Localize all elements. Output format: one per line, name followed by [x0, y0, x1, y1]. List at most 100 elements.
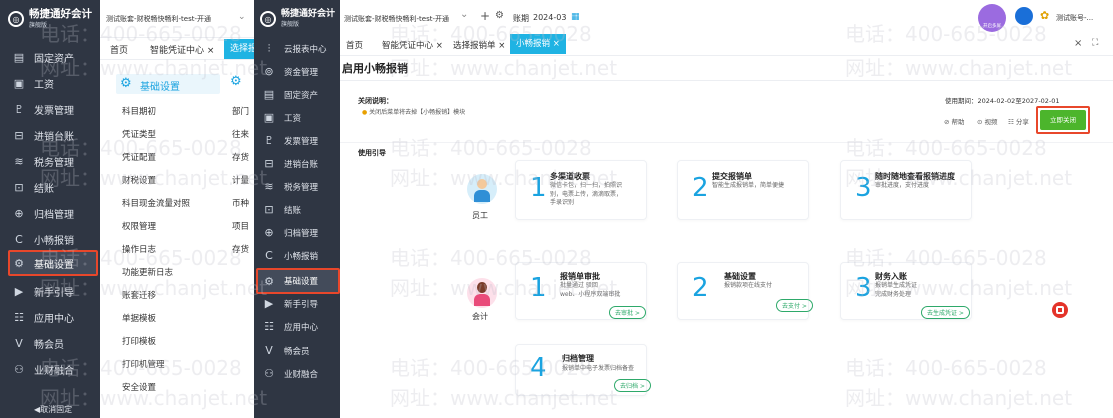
menu-item[interactable]: 科目期初 — [122, 105, 156, 117]
menu-item[interactable]: 科目现金流量对照 — [122, 197, 190, 209]
sidebar-item-fixed-assets[interactable]: ▤ 固定资产 — [12, 50, 74, 65]
sidebar-item-invoice[interactable]: ♇ 发票管理 — [262, 134, 318, 147]
robot-icon[interactable] — [1015, 7, 1033, 25]
label: 发票管理 — [34, 106, 74, 117]
settings-icon[interactable]: ⚙ — [495, 10, 504, 21]
sidebar-item-tax[interactable]: ≋ 税务管理 — [12, 154, 74, 169]
sidebar-item-expense[interactable]: C 小畅报销 — [12, 232, 74, 247]
highlight-box — [256, 268, 340, 294]
sidebar-item-ledger[interactable]: ⊟ 进销台账 — [262, 157, 318, 170]
ledger-icon: ⊟ — [14, 129, 24, 142]
label: 业财融合 — [34, 366, 74, 377]
sidebar-item-expense[interactable]: C 小畅报销 — [262, 249, 318, 262]
tab-voucher-center[interactable]: 智能凭证中心 × — [150, 43, 214, 56]
sidebar-item-member[interactable]: V 畅会员 — [12, 336, 64, 351]
menu-item[interactable]: 存货 — [232, 151, 249, 163]
sidebar-item-funds[interactable]: ⊚ 资金管理 — [262, 65, 318, 78]
sidebar-item-archive[interactable]: ⊕ 归档管理 — [12, 206, 74, 221]
sidebar-item-apps[interactable]: ☷ 应用中心 — [12, 310, 74, 325]
sidebar-item-guide[interactable]: ▶ 新手引导 — [262, 297, 318, 310]
menu-item[interactable]: 凭证配置 — [122, 151, 156, 163]
menu-item[interactable]: 功能更新日志 — [122, 266, 173, 278]
sidebar-item-archive[interactable]: ⊕ 归档管理 — [262, 226, 318, 239]
plus-icon[interactable]: + — [480, 9, 490, 23]
sidebar-item-report[interactable]: ⫶ 云报表中心 — [262, 42, 327, 56]
sidebar-item-apps[interactable]: ☷ 应用中心 — [262, 320, 318, 333]
menu-item[interactable]: 存货 — [232, 243, 249, 255]
calendar-icon[interactable]: ▦ — [571, 12, 580, 22]
account-name[interactable]: 测试账套-财税畅快畅利-test-开通 — [344, 14, 449, 24]
archive-button[interactable]: 去归档 > — [614, 379, 651, 392]
closing-icon: ⊡ — [264, 203, 274, 216]
label: 资金管理 — [284, 67, 319, 78]
account-name[interactable]: 测试账套-财税畅快畅利-test-开通 — [106, 14, 211, 24]
sidebar-item-salary[interactable]: ▣ 工资 — [262, 111, 301, 124]
step-title: 基础设置 — [724, 272, 756, 281]
help-link[interactable]: ⊘ 帮助 — [944, 116, 965, 126]
logo-icon: ◎ — [8, 11, 24, 27]
avatar[interactable]: ✿ — [1040, 9, 1049, 22]
settings-icon: ⚙ — [120, 76, 132, 91]
menu-item[interactable]: 打印模板 — [122, 335, 156, 347]
chevron-down-icon[interactable]: ⌄ — [460, 9, 468, 20]
menu-item[interactable]: 财税设置 — [122, 174, 156, 186]
menu-item[interactable]: 部门 — [232, 105, 249, 117]
video-link[interactable]: ⊙ 视频 — [977, 116, 998, 126]
period-value[interactable]: 2024-03 — [533, 13, 566, 22]
sidebar-item-closing[interactable]: ⊡ 结账 — [12, 180, 54, 195]
sidebar-item-salary[interactable]: ▣ 工资 — [12, 76, 54, 91]
expense-icon: C — [15, 233, 23, 246]
approve-button[interactable]: 去审批 > — [609, 306, 646, 319]
menu-item[interactable]: 单据模板 — [122, 312, 156, 324]
logo-sub: 旗舰版 — [281, 21, 300, 29]
sidebar-item-ledger[interactable]: ⊟ 进销台账 — [12, 128, 74, 143]
menu-item[interactable]: 操作日志 — [122, 243, 156, 255]
badge-text: 开启多屏 — [983, 24, 1001, 29]
share-link[interactable]: ☷ 分享 — [1008, 116, 1029, 126]
archive-icon: ⊕ — [264, 226, 274, 239]
label: 小畅报销 — [34, 236, 74, 247]
cancel-fixed-button[interactable]: ◀取消固定 — [34, 404, 72, 415]
menu-item[interactable]: 往来 — [232, 128, 249, 140]
label: 云报表中心 — [284, 45, 327, 55]
close-icon[interactable]: × — [1074, 38, 1082, 49]
sidebar-item-finance[interactable]: ⚇ 业财融合 — [262, 367, 318, 380]
multi-screen-badge[interactable]: 开启多屏 — [978, 4, 1006, 32]
menu-item[interactable]: 计量 — [232, 174, 249, 186]
user-name[interactable]: 测试账号-... — [1056, 13, 1093, 23]
sidebar-item-tax[interactable]: ≋ 税务管理 — [262, 180, 318, 193]
step-number: 1 — [530, 173, 547, 203]
sidebar-item-fixed-assets[interactable]: ▤ 固定资产 — [262, 88, 318, 101]
menu-item[interactable]: 币种 — [232, 197, 249, 209]
step-card: 2 提交报销单 智能生成报销单，简单便捷 — [677, 160, 809, 220]
tab-voucher-center[interactable]: 智能凭证中心 × — [382, 39, 443, 51]
desc-line: 报销单中电子发票归档备查 — [562, 365, 635, 372]
floating-service-icon[interactable] — [1052, 302, 1068, 318]
step-card: 2 基础设置 报销款项在线支付 去支付 > — [677, 262, 813, 320]
menu-item[interactable]: 项目 — [232, 220, 249, 232]
desc-line: 微信卡包，扫一扫，拍照识 — [550, 182, 623, 189]
step-title: 多渠道收票 — [550, 172, 590, 181]
finance-icon: ⚇ — [264, 367, 274, 380]
tab-home[interactable]: 首页 — [346, 39, 363, 51]
menu-item[interactable]: 权限管理 — [122, 220, 156, 232]
tab-select-expense[interactable]: 选择报销单 × — [453, 39, 505, 51]
menu-item[interactable]: 账套迁移 — [122, 289, 156, 301]
tab-expense[interactable]: 小畅报销 × — [510, 34, 566, 54]
pay-button[interactable]: 去支付 > — [776, 299, 813, 312]
sidebar-item-invoice[interactable]: ♇ 发票管理 — [12, 102, 74, 117]
sidebar-item-member[interactable]: V 畅会员 — [262, 344, 309, 357]
sidebar-item-closing[interactable]: ⊡ 结账 — [262, 203, 301, 216]
desc-line: 智能生成报销单，简单便捷 — [712, 182, 785, 189]
expand-icon[interactable]: ⛶ — [1092, 38, 1098, 48]
menu-item[interactable]: 凭证类型 — [122, 128, 156, 140]
label: 发票管理 — [284, 136, 319, 147]
sidebar-item-finance[interactable]: ⚇ 业财融合 — [12, 362, 74, 377]
menu-item[interactable]: 安全设置 — [122, 381, 156, 393]
tab-home[interactable]: 首页 — [110, 43, 128, 56]
menu-item[interactable]: 打印机管理 — [122, 358, 165, 370]
chevron-down-icon[interactable]: ⌄ — [238, 12, 246, 22]
sidebar-item-guide[interactable]: ▶ 新手引导 — [12, 284, 74, 299]
closing-icon: ⊡ — [14, 181, 24, 194]
gen-voucher-button[interactable]: 去生成凭证 > — [921, 306, 970, 319]
